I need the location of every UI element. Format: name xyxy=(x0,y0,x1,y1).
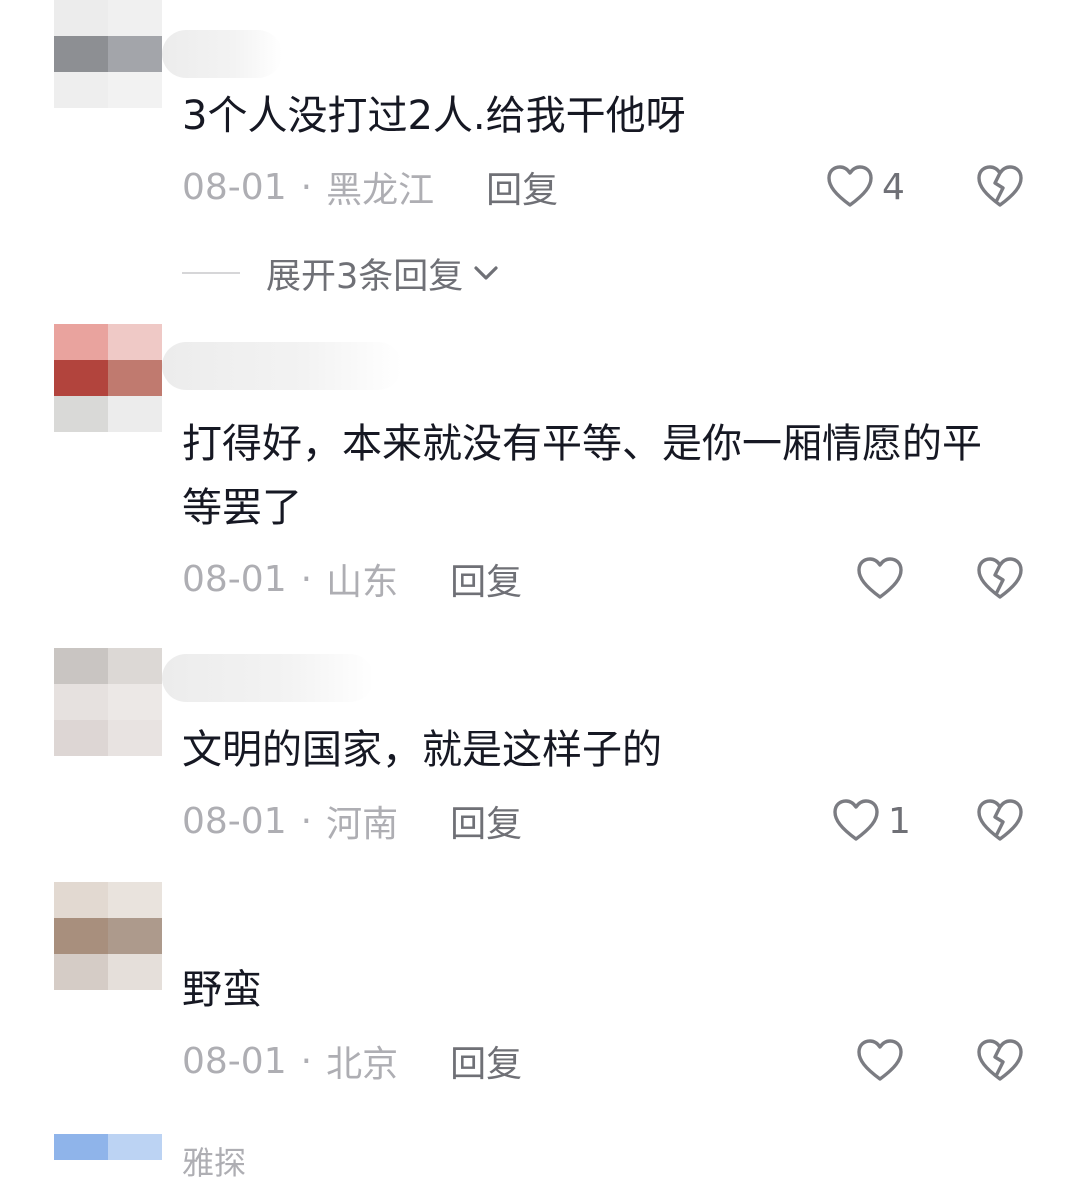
like-button[interactable]: 4 xyxy=(826,162,905,212)
comment-date: 08-01 xyxy=(182,558,287,600)
reply-button[interactable]: 回复 xyxy=(486,161,558,213)
comment-location: 河南 xyxy=(326,804,399,845)
dislike-button[interactable] xyxy=(976,1036,1024,1086)
comment-date: 08-01 xyxy=(182,166,287,208)
comment-item: 文明的国家，就是这样子的 08-01 · 河南 回复 1 xyxy=(0,648,1080,868)
meta-separator: · xyxy=(300,558,313,600)
comment-meta: 08-01 · 黑龙江 回复 xyxy=(182,162,558,212)
meta-separator: · xyxy=(300,800,313,842)
username-blurred[interactable] xyxy=(162,30,282,78)
comment-text: 野蛮 xyxy=(182,967,262,1013)
comment-location: 北京 xyxy=(326,1044,399,1085)
avatar[interactable] xyxy=(54,324,162,432)
username[interactable]: 雅探 xyxy=(182,1138,246,1184)
comment-location: 山东 xyxy=(326,562,399,603)
expand-replies-button[interactable]: 展开3条回复 xyxy=(182,248,499,298)
comment-text: 打得好，本来就没有平等、是你一厢情愿的平等罢了 xyxy=(182,421,982,531)
comment-item: 打得好，本来就没有平等、是你一厢情愿的平等罢了 08-01 · 山东 回复 xyxy=(0,322,1080,622)
comment-meta: 08-01 · 山东 回复 xyxy=(182,554,522,604)
dislike-button[interactable] xyxy=(976,796,1024,846)
like-count: 4 xyxy=(882,166,905,208)
comment-item-partial xyxy=(54,1134,162,1160)
heart-outline-icon xyxy=(833,799,879,841)
avatar[interactable] xyxy=(54,882,162,990)
comment-text: 文明的国家，就是这样子的 xyxy=(182,727,662,773)
comment-item: 3个人没打过2人.给我干他呀 08-01 · 黑龙江 回复 4 展开3条回复 xyxy=(0,0,1080,310)
like-button[interactable] xyxy=(856,1036,912,1086)
heart-outline-icon xyxy=(827,165,873,207)
broken-heart-icon xyxy=(977,799,1023,841)
reply-button[interactable]: 回复 xyxy=(450,795,522,847)
comment-meta: 08-01 · 北京 回复 xyxy=(182,1036,522,1086)
comment-date: 08-01 xyxy=(182,1040,287,1082)
heart-outline-icon xyxy=(857,1039,903,1081)
like-button[interactable]: 1 xyxy=(832,796,911,846)
comment-item: 野蛮 08-01 · 北京 回复 xyxy=(0,880,1080,1100)
divider-line xyxy=(182,272,240,274)
broken-heart-icon xyxy=(977,557,1023,599)
avatar[interactable] xyxy=(54,1134,162,1160)
comment-text: 3个人没打过2人.给我干他呀 xyxy=(182,93,686,139)
meta-separator: · xyxy=(300,1040,313,1082)
broken-heart-icon xyxy=(977,165,1023,207)
expand-replies-label: 展开3条回复 xyxy=(266,256,464,297)
avatar[interactable] xyxy=(54,0,162,108)
like-count: 1 xyxy=(888,800,911,842)
avatar[interactable] xyxy=(54,648,162,756)
reply-button[interactable]: 回复 xyxy=(450,1035,522,1087)
dislike-button[interactable] xyxy=(976,554,1024,604)
chevron-down-icon xyxy=(474,266,498,280)
comment-location: 黑龙江 xyxy=(326,170,435,211)
heart-outline-icon xyxy=(857,557,903,599)
broken-heart-icon xyxy=(977,1039,1023,1081)
comment-date: 08-01 xyxy=(182,800,287,842)
like-button[interactable] xyxy=(856,554,912,604)
username-blurred[interactable] xyxy=(162,342,402,390)
username-blurred[interactable] xyxy=(162,654,374,702)
dislike-button[interactable] xyxy=(976,162,1024,212)
reply-button[interactable]: 回复 xyxy=(450,553,522,605)
meta-separator: · xyxy=(300,166,313,208)
comment-meta: 08-01 · 河南 回复 xyxy=(182,796,522,846)
